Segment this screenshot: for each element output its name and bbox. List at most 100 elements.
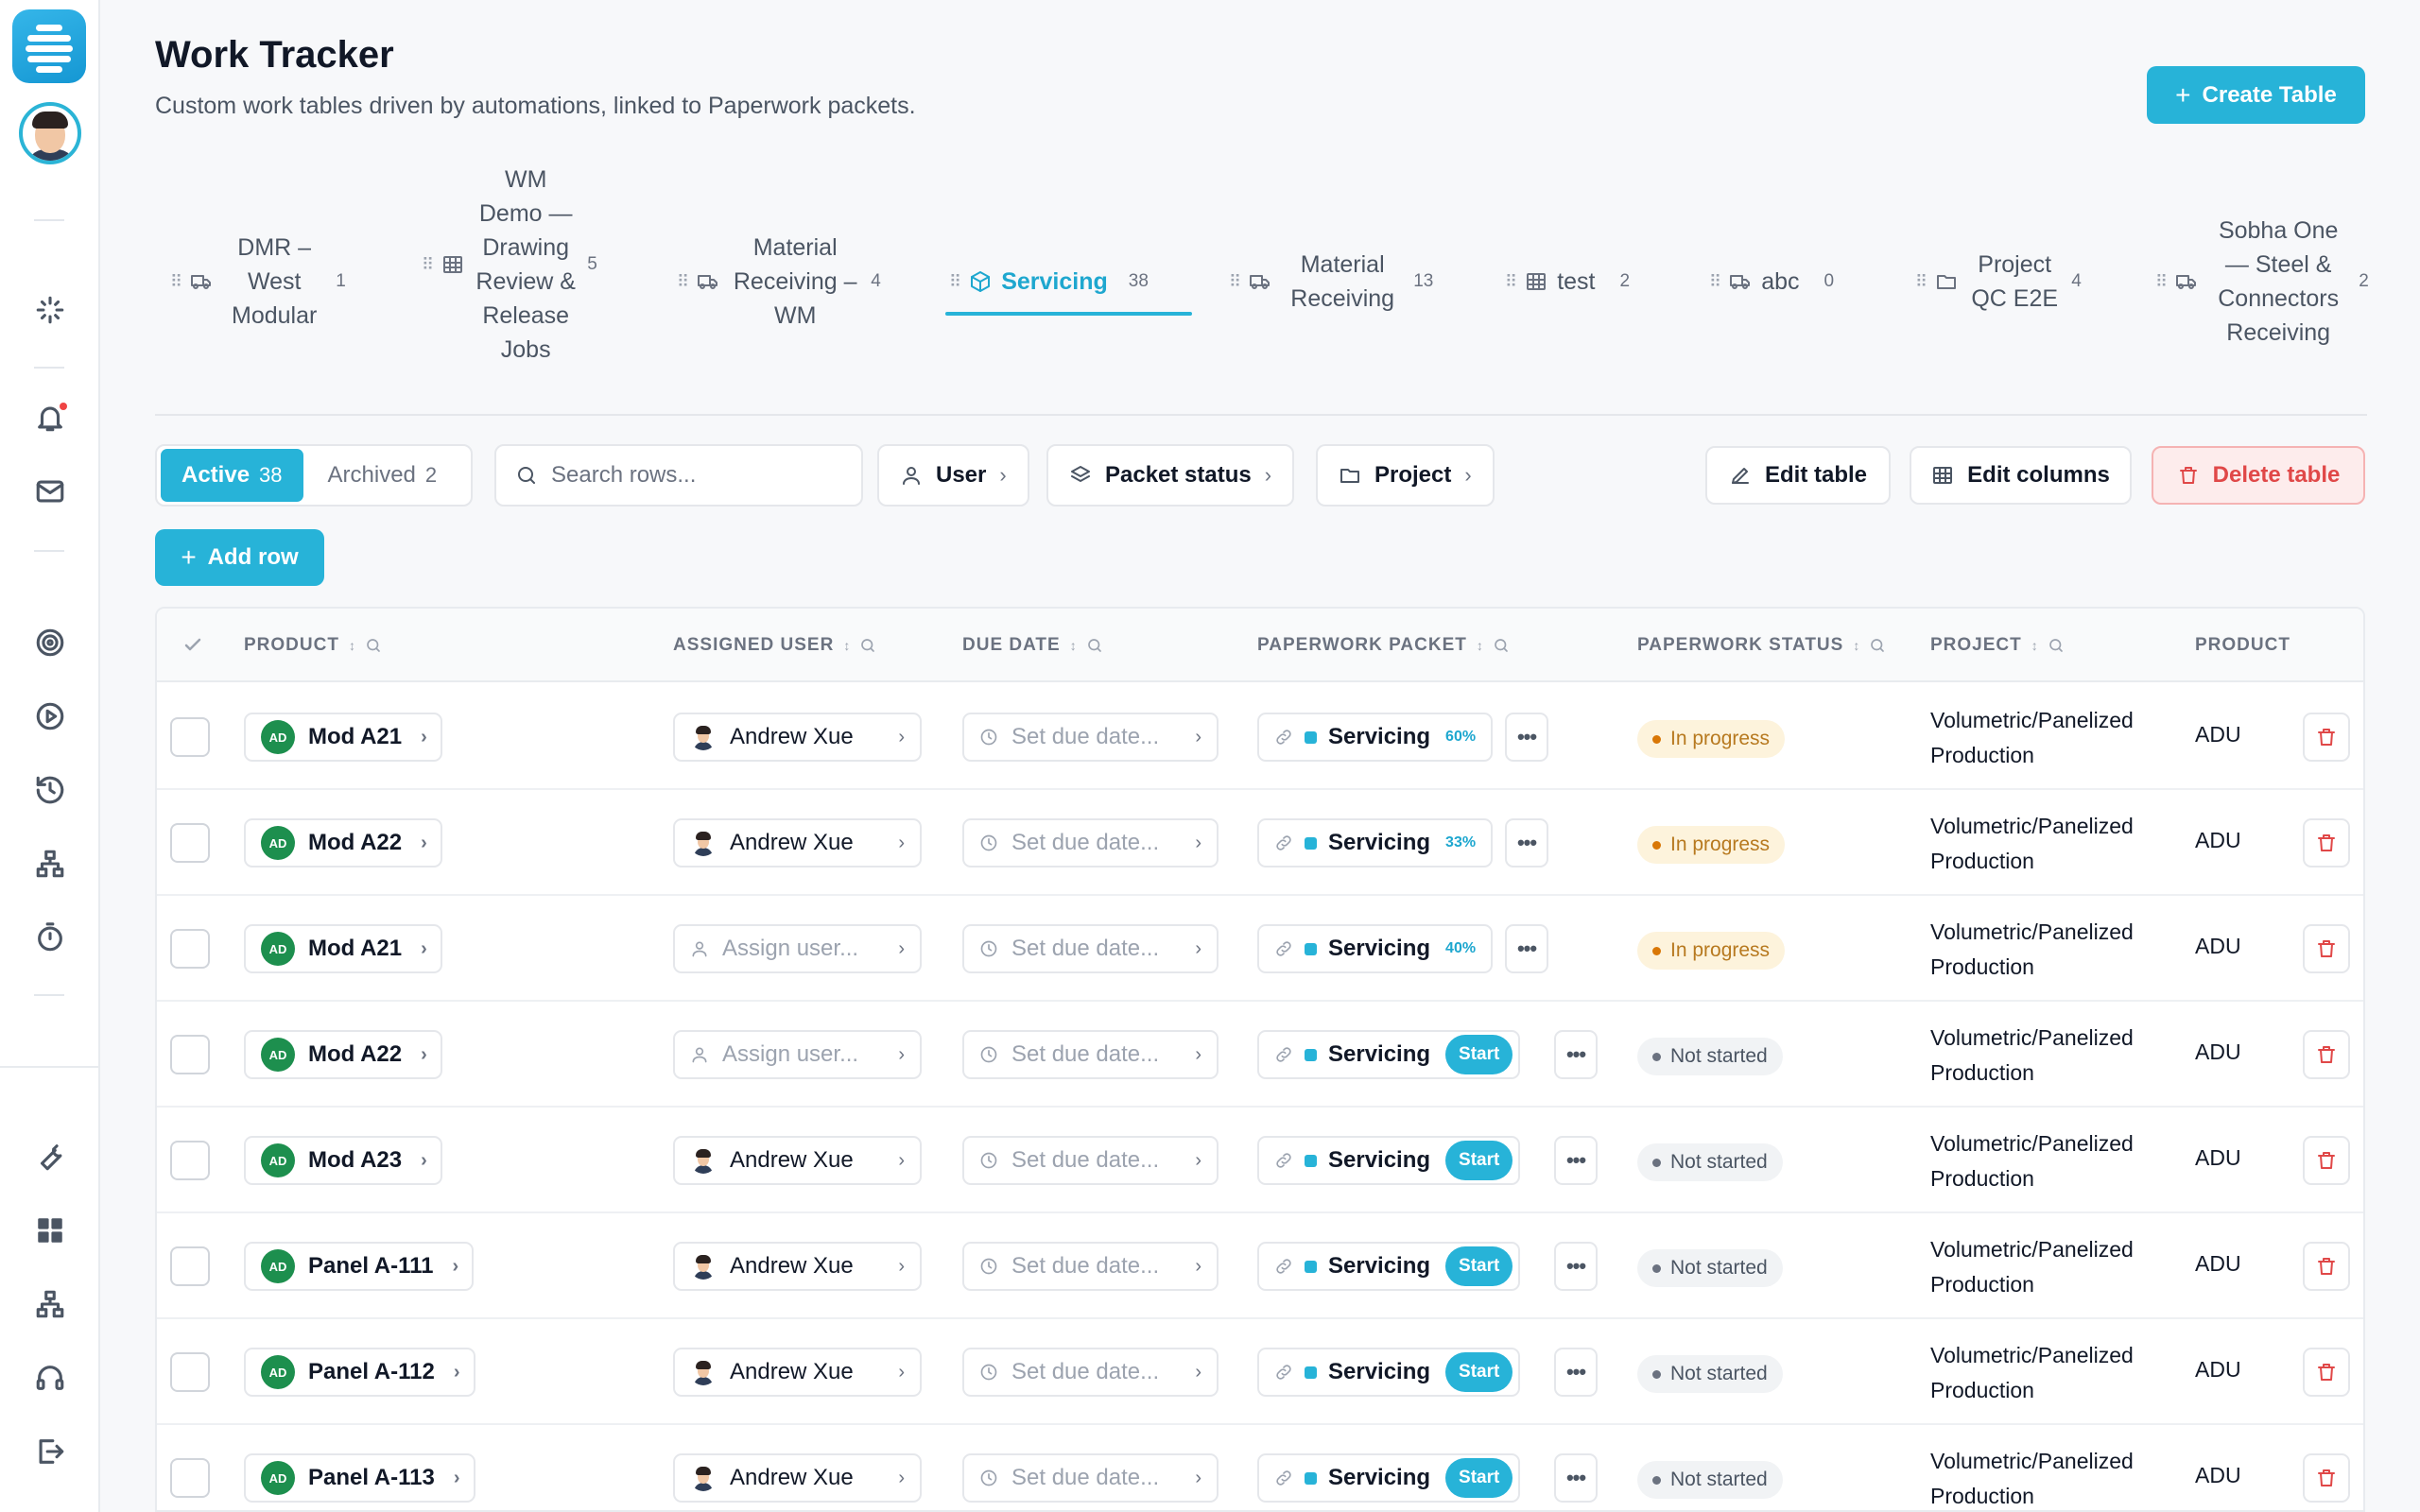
delete-row-button[interactable]: [2303, 1030, 2350, 1079]
delete-table-button[interactable]: Delete table: [2152, 446, 2365, 505]
search-input[interactable]: [551, 462, 835, 489]
more-options-button[interactable]: •••: [1554, 1030, 1598, 1079]
more-options-button[interactable]: •••: [1554, 1348, 1598, 1397]
network-icon[interactable]: [31, 845, 69, 883]
due-date-pill[interactable]: Set due date... ›: [962, 1030, 1219, 1079]
due-date-pill[interactable]: Set due date... ›: [962, 1453, 1219, 1503]
delete-row-button[interactable]: [2303, 1453, 2350, 1503]
archived-filter-button[interactable]: Archived 2: [307, 449, 458, 502]
tab-dmr-west-modular[interactable]: ⠿ DMR – West Modular 1: [170, 231, 346, 333]
start-packet-button[interactable]: Start: [1445, 1458, 1513, 1498]
column-search-icon[interactable]: [1493, 637, 1510, 654]
tab-wm-demo[interactable]: ⠿ WM Demo — Drawing Review & Release Job…: [422, 163, 597, 367]
sort-icon[interactable]: ↕: [349, 638, 355, 653]
row-checkbox[interactable]: [170, 1035, 210, 1074]
paperwork-packet-pill[interactable]: Servicing Start: [1257, 1242, 1521, 1291]
paperwork-packet-pill[interactable]: Servicing 40%: [1257, 924, 1494, 973]
column-header-product-type[interactable]: PRODUCT: [2195, 609, 2290, 682]
delete-row-button[interactable]: [2303, 1348, 2350, 1397]
row-checkbox[interactable]: [170, 929, 210, 969]
due-date-pill[interactable]: Set due date... ›: [962, 924, 1219, 973]
assigned-user-pill[interactable]: Andrew Xue ›: [673, 818, 922, 868]
user-filter-button[interactable]: User ›: [877, 444, 1029, 507]
column-search-icon[interactable]: [1869, 637, 1886, 654]
project-filter-button[interactable]: Project ›: [1316, 444, 1495, 507]
start-packet-button[interactable]: Start: [1445, 1352, 1513, 1392]
product-pill[interactable]: AD Panel A-112 ›: [244, 1348, 475, 1397]
more-options-button[interactable]: •••: [1505, 924, 1548, 973]
row-checkbox[interactable]: [170, 1246, 210, 1286]
column-header-paperwork-status[interactable]: PAPERWORK STATUS ↕: [1637, 609, 1886, 682]
assign-user-pill[interactable]: Assign user... ›: [673, 1030, 922, 1079]
sparkles-icon[interactable]: [31, 291, 69, 329]
due-date-pill[interactable]: Set due date... ›: [962, 713, 1219, 762]
user-avatar[interactable]: [19, 102, 81, 164]
delete-row-button[interactable]: [2303, 818, 2350, 868]
assigned-user-pill[interactable]: Andrew Xue ›: [673, 1242, 922, 1291]
sort-icon[interactable]: ↕: [2031, 638, 2038, 653]
drag-handle-icon[interactable]: ⠿: [422, 255, 434, 275]
column-header-due-date[interactable]: DUE DATE ↕: [962, 609, 1103, 682]
more-options-button[interactable]: •••: [1554, 1453, 1598, 1503]
start-packet-button[interactable]: Start: [1445, 1141, 1513, 1180]
product-pill[interactable]: AD Mod A23 ›: [244, 1136, 442, 1185]
sort-icon[interactable]: ↕: [1070, 638, 1077, 653]
due-date-pill[interactable]: Set due date... ›: [962, 1242, 1219, 1291]
tab-project-qc-e2e[interactable]: ⠿ Project QC E2E 4: [1915, 248, 2082, 316]
start-packet-button[interactable]: Start: [1445, 1035, 1513, 1074]
create-table-button[interactable]: + Create Table: [2147, 66, 2365, 124]
drag-handle-icon[interactable]: ⠿: [2155, 272, 2168, 292]
row-checkbox[interactable]: [170, 1141, 210, 1180]
row-checkbox[interactable]: [170, 823, 210, 863]
history-icon[interactable]: [31, 771, 69, 809]
delete-row-button[interactable]: [2303, 1136, 2350, 1185]
active-filter-button[interactable]: Active 38: [161, 449, 303, 502]
start-packet-button[interactable]: Start: [1445, 1246, 1513, 1286]
tab-servicing[interactable]: ⠿ Servicing 38: [949, 265, 1149, 299]
more-options-button[interactable]: •••: [1554, 1136, 1598, 1185]
logout-icon[interactable]: [31, 1433, 69, 1470]
paperwork-packet-pill[interactable]: Servicing 33%: [1257, 818, 1494, 868]
row-checkbox[interactable]: [170, 717, 210, 757]
due-date-pill[interactable]: Set due date... ›: [962, 1348, 1219, 1397]
target-icon[interactable]: [31, 624, 69, 662]
sort-icon[interactable]: ↕: [1853, 638, 1859, 653]
column-header-paperwork-packet[interactable]: PAPERWORK PACKET ↕: [1257, 609, 1510, 682]
row-checkbox[interactable]: [170, 1352, 210, 1392]
select-all-checkbox[interactable]: [182, 634, 204, 657]
drag-handle-icon[interactable]: ⠿: [1709, 272, 1721, 292]
sort-icon[interactable]: ↕: [1477, 638, 1483, 653]
column-search-icon[interactable]: [1086, 637, 1103, 654]
bell-icon[interactable]: [31, 399, 69, 437]
assigned-user-pill[interactable]: Andrew Xue ›: [673, 1348, 922, 1397]
add-row-button[interactable]: + Add row: [155, 529, 324, 586]
product-pill[interactable]: AD Mod A21 ›: [244, 713, 442, 762]
paperwork-packet-pill[interactable]: Servicing Start: [1257, 1453, 1521, 1503]
delete-row-button[interactable]: [2303, 924, 2350, 973]
app-logo[interactable]: [12, 9, 86, 83]
product-pill[interactable]: AD Mod A22 ›: [244, 818, 442, 868]
delete-row-button[interactable]: [2303, 713, 2350, 762]
drag-handle-icon[interactable]: ⠿: [170, 272, 182, 292]
column-search-icon[interactable]: [2048, 637, 2065, 654]
tab-material-receiving[interactable]: ⠿ Material Receiving 13: [1229, 248, 1433, 316]
sort-icon[interactable]: ↕: [843, 638, 850, 653]
paperwork-packet-pill[interactable]: Servicing Start: [1257, 1348, 1521, 1397]
assigned-user-pill[interactable]: Andrew Xue ›: [673, 1453, 922, 1503]
assigned-user-pill[interactable]: Andrew Xue ›: [673, 1136, 922, 1185]
tab-sobha-one[interactable]: ⠿ Sobha One — Steel & Connectors Receivi…: [2155, 214, 2369, 350]
more-options-button[interactable]: •••: [1505, 713, 1548, 762]
grid-icon[interactable]: [31, 1211, 69, 1249]
drag-handle-icon[interactable]: ⠿: [1229, 272, 1241, 292]
column-header-product[interactable]: PRODUCT ↕: [244, 609, 382, 682]
tab-material-receiving-wm[interactable]: ⠿ Material Receiving – WM 4: [677, 231, 881, 333]
more-options-button[interactable]: •••: [1505, 818, 1548, 868]
product-pill[interactable]: AD Panel A-111 ›: [244, 1242, 475, 1291]
packet-status-filter-button[interactable]: Packet status ›: [1046, 444, 1295, 507]
due-date-pill[interactable]: Set due date... ›: [962, 1136, 1219, 1185]
more-options-button[interactable]: •••: [1554, 1242, 1598, 1291]
timer-icon[interactable]: [31, 919, 69, 956]
drag-handle-icon[interactable]: ⠿: [949, 272, 961, 292]
product-pill[interactable]: AD Mod A22 ›: [244, 1030, 442, 1079]
mail-icon[interactable]: [31, 472, 69, 510]
